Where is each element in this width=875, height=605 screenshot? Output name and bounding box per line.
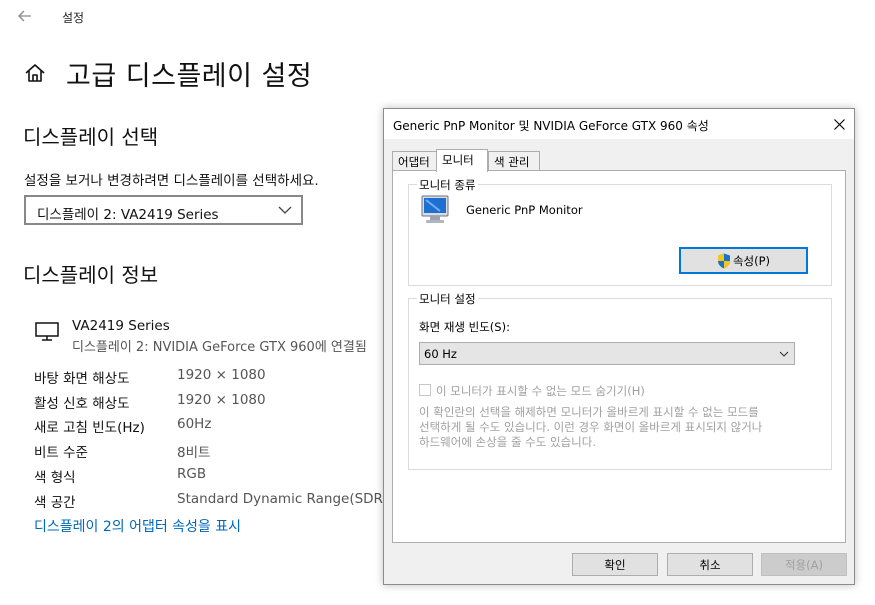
monitor-icon	[35, 322, 59, 341]
info-row: 색 형식 RGB	[34, 466, 384, 486]
info-value: 1920 × 1080	[177, 392, 266, 408]
chevron-down-icon	[278, 206, 292, 214]
monitor-type-group: 모니터 종류 Generic PnP Monitor 속성(P)	[408, 177, 832, 286]
monitor-type-group-label: 모니터 종류	[417, 177, 478, 193]
info-row: 비트 수준 8비트	[34, 441, 384, 461]
display-select-dropdown[interactable]: 디스플레이 2: VA2419 Series	[24, 195, 303, 225]
info-label: 활성 신호 해상도	[34, 396, 130, 412]
info-label: 색 형식	[34, 470, 76, 486]
monitor-name: VA2419 Series	[72, 318, 170, 334]
info-value: RGB	[177, 466, 207, 482]
dialog-titlebar: Generic PnP Monitor 및 NVIDIA GeForce GTX…	[384, 109, 854, 139]
adapter-properties-link[interactable]: 디스플레이 2의 어댑터 속성을 표시	[34, 516, 241, 536]
info-label: 새로 고침 빈도(Hz)	[34, 420, 145, 436]
info-label: 바탕 화면 해상도	[34, 371, 130, 387]
monitor-tab-panel: 모니터 종류 Generic PnP Monitor 속성(P) 모니터 설정	[392, 170, 846, 543]
info-value: Standard Dynamic Range(SDR)	[177, 491, 389, 507]
info-row: 새로 고침 빈도(Hz) 60Hz	[34, 416, 384, 436]
monitor-settings-group: 모니터 설정 화면 재생 빈도(S): 60 Hz 이 모니터가 표시할 수 없…	[408, 291, 832, 470]
hide-modes-label: 이 모니터가 표시할 수 없는 모드 숨기기(H)	[436, 384, 645, 398]
section-title-select-display: 디스플레이 선택	[23, 125, 159, 149]
cancel-button[interactable]: 취소	[667, 553, 753, 576]
properties-dialog: Generic PnP Monitor 및 NVIDIA GeForce GTX…	[383, 108, 855, 585]
ok-button[interactable]: 확인	[572, 553, 658, 576]
topbar: 설정	[0, 0, 380, 32]
chevron-down-icon	[779, 351, 789, 357]
info-value: 60Hz	[177, 416, 212, 432]
hide-modes-checkbox[interactable]	[419, 384, 431, 396]
refresh-rate-value: 60 Hz	[424, 347, 457, 361]
refresh-rate-label: 화면 재생 빈도(S):	[419, 320, 510, 334]
monitor-device-icon	[421, 195, 449, 223]
home-icon	[25, 64, 45, 82]
info-value: 8비트	[177, 445, 211, 461]
info-row: 활성 신호 해상도 1920 × 1080	[34, 392, 384, 412]
warning-text-line: 이 확인란의 선택을 해제하면 모니터가 올바르게 표시할 수 없는 모드를	[419, 405, 759, 419]
monitor-type-name: Generic PnP Monitor	[466, 203, 583, 217]
monitor-properties-label: 속성(P)	[732, 253, 771, 268]
tab-monitor[interactable]: 모니터	[436, 149, 488, 172]
select-display-description: 설정을 보거나 변경하려면 디스플레이를 선택하세요.	[24, 173, 319, 189]
info-label: 비트 수준	[34, 445, 88, 461]
warning-text-line: 하드웨어에 손상을 줄 수도 있습니다.	[419, 435, 596, 449]
tab-adapter[interactable]: 어댑터	[392, 151, 438, 171]
info-value: 1920 × 1080	[177, 367, 266, 383]
dialog-title: Generic PnP Monitor 및 NVIDIA GeForce GTX…	[393, 119, 709, 133]
refresh-rate-dropdown[interactable]: 60 Hz	[419, 342, 795, 365]
apply-button[interactable]: 적용(A)	[761, 553, 847, 576]
back-button[interactable]	[14, 5, 36, 27]
page-title: 고급 디스플레이 설정	[66, 61, 313, 92]
close-icon	[833, 118, 845, 130]
app-title: 설정	[62, 11, 85, 25]
warning-text-line: 선택하게 될 수도 있습니다. 이런 경우 화면이 올바르게 표시되지 않거나	[419, 420, 763, 434]
monitor-settings-group-label: 모니터 설정	[417, 291, 478, 307]
section-title-display-info: 디스플레이 정보	[23, 263, 159, 287]
display-select-value: 디스플레이 2: VA2419 Series	[37, 207, 219, 223]
uac-shield-icon	[717, 253, 730, 268]
info-row: 색 공간 Standard Dynamic Range(SDR)	[34, 491, 388, 511]
back-arrow-icon	[18, 10, 31, 22]
monitor-connection: 디스플레이 2: NVIDIA GeForce GTX 960에 연결됨	[72, 340, 367, 355]
info-row: 바탕 화면 해상도 1920 × 1080	[34, 367, 384, 387]
dialog-close-button[interactable]	[824, 109, 854, 139]
monitor-properties-button[interactable]: 속성(P)	[679, 247, 808, 274]
tab-color-management[interactable]: 색 관리	[488, 151, 540, 171]
info-label: 색 공간	[34, 495, 76, 511]
